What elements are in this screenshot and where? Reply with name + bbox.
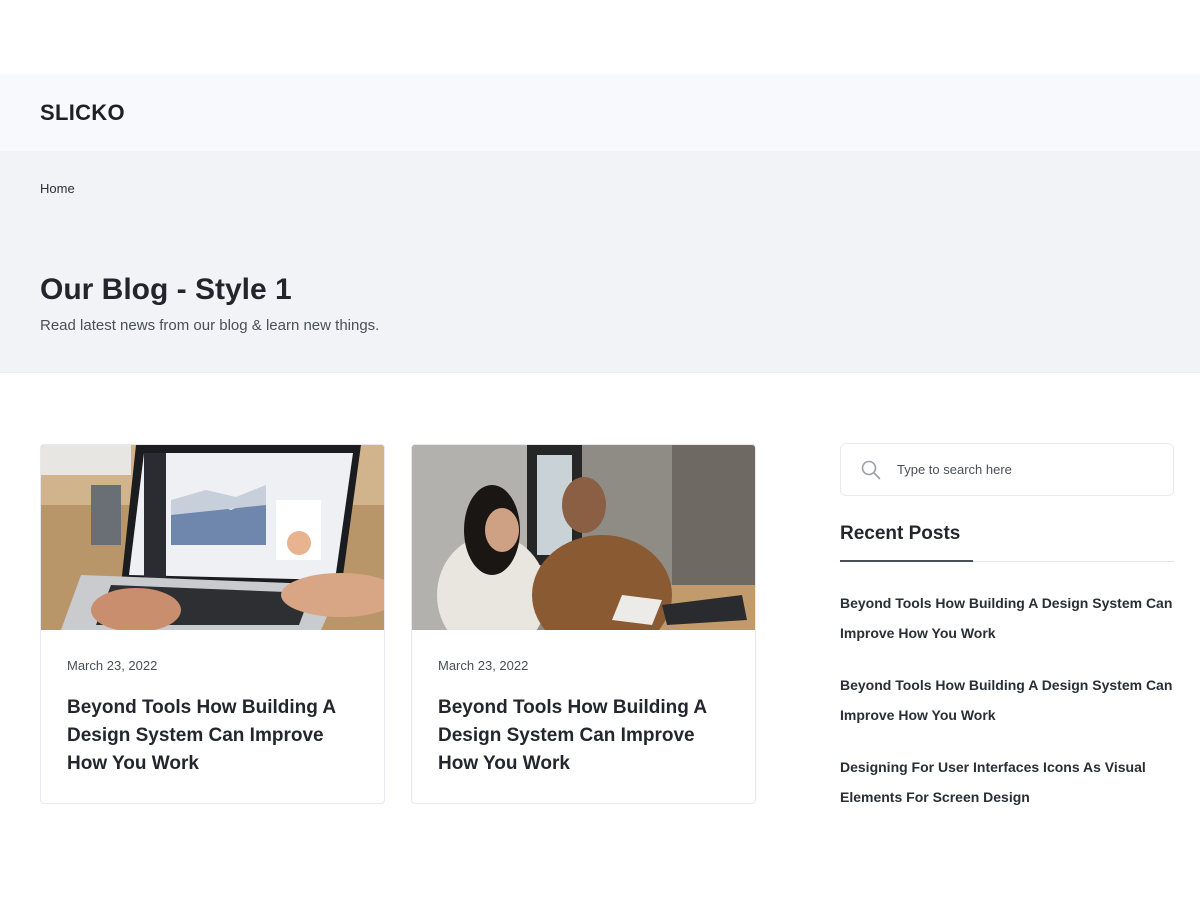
post-title[interactable]: Beyond Tools How Building A Design Syste… (67, 694, 358, 778)
search-icon[interactable] (861, 460, 881, 480)
recent-posts-heading: Recent Posts (840, 523, 961, 544)
post-title[interactable]: Beyond Tools How Building A Design Syste… (438, 694, 729, 778)
sidebar: Recent Posts Beyond Tools How Building A… (840, 443, 1174, 834)
page-subtitle: Read latest news from our blog & learn n… (40, 317, 380, 334)
main-content: March 23, 2022 Beyond Tools How Building… (0, 373, 1200, 900)
divider (840, 560, 1174, 562)
recent-post-link[interactable]: Beyond Tools How Building A Design Syste… (840, 670, 1174, 730)
recent-post-link[interactable]: Designing For User Interfaces Icons As V… (840, 752, 1174, 812)
blog-card[interactable]: March 23, 2022 Beyond Tools How Building… (411, 444, 756, 804)
post-date: March 23, 2022 (438, 658, 529, 673)
recent-post-link[interactable]: Beyond Tools How Building A Design Syste… (840, 588, 1174, 648)
post-date: March 23, 2022 (67, 658, 158, 673)
blog-card[interactable]: March 23, 2022 Beyond Tools How Building… (40, 444, 385, 804)
breadcrumb-home[interactable]: Home (40, 181, 75, 196)
search-box[interactable] (840, 443, 1174, 496)
page-title: Our Blog - Style 1 (40, 273, 292, 306)
card-body: March 23, 2022 Beyond Tools How Building… (41, 630, 384, 778)
top-spacer (0, 0, 1200, 74)
site-header: SLICKO (0, 74, 1200, 151)
page-hero: Home Our Blog - Style 1 Read latest news… (0, 151, 1200, 373)
recent-posts-list: Beyond Tools How Building A Design Syste… (840, 588, 1174, 812)
search-input[interactable] (897, 462, 1147, 477)
laptop-analytics-photo[interactable] (41, 445, 384, 630)
card-body: March 23, 2022 Beyond Tools How Building… (412, 630, 755, 778)
team-meeting-photo[interactable] (412, 445, 755, 630)
site-logo[interactable]: SLICKO (40, 100, 125, 126)
